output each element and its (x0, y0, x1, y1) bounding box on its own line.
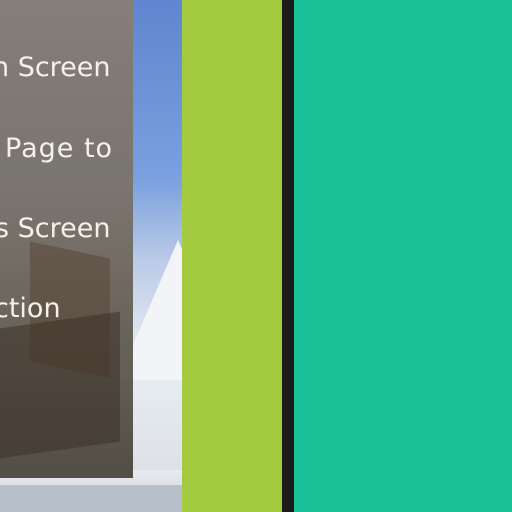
menu-item-label: n Screen (0, 52, 111, 83)
side-menu: n Screen Page to s Screen ction (0, 0, 133, 478)
menu-item-label: ction (0, 293, 61, 324)
menu-item-screen-2[interactable]: s Screen (0, 213, 110, 245)
app-viewport: n Screen Page to s Screen ction (0, 0, 512, 512)
menu-item-label: Page to (5, 133, 114, 164)
menu-background-decoration (0, 311, 120, 459)
ground-edge (0, 485, 182, 512)
lime-panel (182, 0, 282, 512)
menu-item-section[interactable]: ction (0, 293, 61, 325)
menu-item-screen-1[interactable]: n Screen (0, 52, 111, 84)
teal-panel (294, 0, 512, 512)
panel-divider (282, 0, 294, 512)
menu-item-label: s Screen (0, 213, 111, 244)
menu-item-page-to[interactable]: Page to (5, 133, 113, 165)
